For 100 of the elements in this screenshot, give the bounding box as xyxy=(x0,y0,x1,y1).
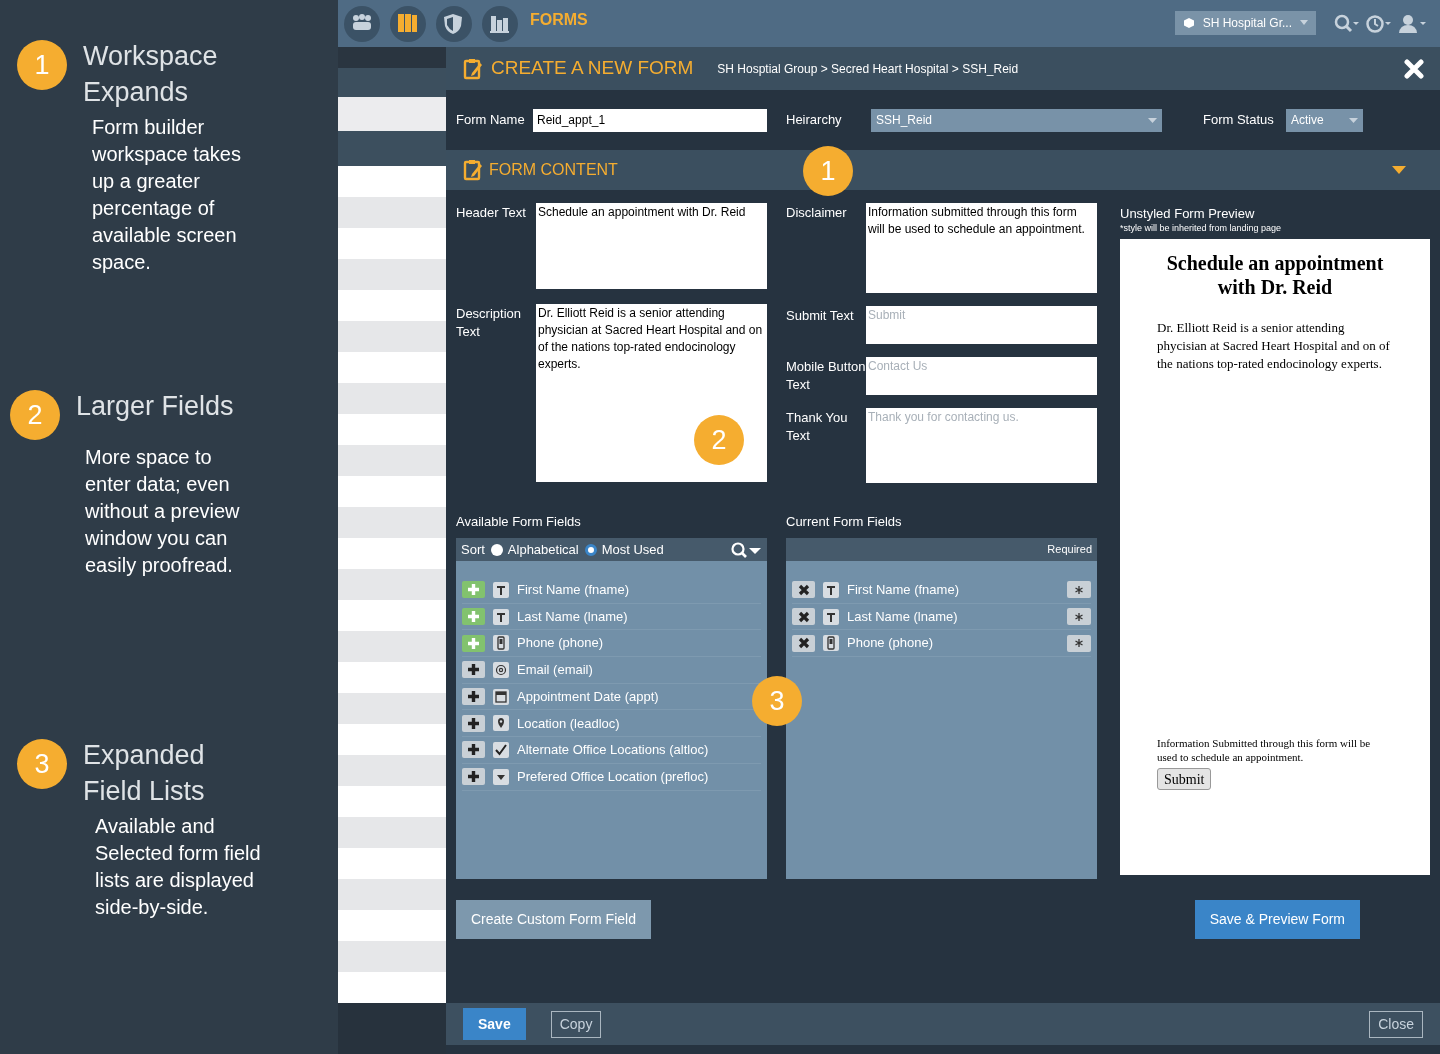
preview-heading: Schedule an appointment with Dr. Reid xyxy=(1165,251,1385,299)
plus-icon xyxy=(467,636,480,650)
preview-disclaimer: Information Submitted through this form will be used to schedule an appointment. xyxy=(1157,736,1372,764)
field-label: Disclaimer xyxy=(786,204,848,222)
field-name: First Name (fname) xyxy=(517,581,629,600)
nav-button[interactable] xyxy=(436,5,472,42)
field-label: Thank You Text xyxy=(786,409,849,445)
remove-button[interactable] xyxy=(792,634,815,652)
remove-button[interactable] xyxy=(792,581,815,599)
column-header: Required xyxy=(1047,542,1092,558)
text-area[interactable]: Schedule an appointment with Dr. Reid xyxy=(536,203,767,289)
field-label: Heirarchy xyxy=(786,111,843,130)
plus-icon xyxy=(467,770,480,784)
close-icon xyxy=(1404,58,1424,79)
save-preview-button[interactable]: Save & Preview Form xyxy=(1194,900,1360,939)
footer-button[interactable]: Copy xyxy=(550,1010,602,1038)
add-button[interactable] xyxy=(462,661,485,679)
field-label: Submit Text xyxy=(786,307,855,325)
user-icon xyxy=(1398,13,1428,34)
field-name: Phone (phone) xyxy=(847,634,934,653)
cube-icon xyxy=(1182,16,1195,29)
books-icon xyxy=(398,13,418,34)
phone-icon xyxy=(493,635,509,652)
add-button[interactable] xyxy=(462,741,485,759)
breadcrumb: SH Hosptial Group > Secred Heart Hospital > SSH_Reid xyxy=(717,60,1019,78)
clipboard-icon xyxy=(463,57,483,80)
sort-radio[interactable]: Alphabetical xyxy=(490,539,579,560)
required-toggle[interactable] xyxy=(1067,581,1091,599)
asterisk-icon xyxy=(1074,638,1084,649)
search-icon xyxy=(1334,13,1360,34)
add-button[interactable] xyxy=(462,714,485,732)
field-name: Phone (phone) xyxy=(517,634,603,653)
preview-description: Dr. Elliott Reid is a senior attending phycisian at Sacred Heart Hospital and on of the nations top-rated endocinology experts. xyxy=(1157,319,1391,373)
callout-text: Form builder workspace takes up a greater percentage of available screen space. xyxy=(92,115,242,275)
remove-icon xyxy=(797,583,810,596)
add-button[interactable] xyxy=(462,688,485,706)
field-label: Form Name xyxy=(456,111,526,130)
field-label: Description Text xyxy=(456,305,523,341)
org-dropdown[interactable]: SH Hospital Gr... xyxy=(1174,10,1316,35)
submit-button[interactable]: Submit xyxy=(1157,768,1212,790)
required-toggle[interactable] xyxy=(1067,634,1091,652)
number-badge: 2 xyxy=(10,390,60,440)
search-icon xyxy=(730,540,762,559)
sort-label: Sort xyxy=(461,540,485,559)
callout-title: Workspace Expands xyxy=(83,40,219,109)
add-button[interactable] xyxy=(462,768,485,786)
remove-icon xyxy=(797,637,810,650)
status-dropdown[interactable]: Active xyxy=(1286,108,1363,132)
field-name: Prefered Office Location (prefloc) xyxy=(517,767,709,786)
required-toggle[interactable] xyxy=(1067,608,1091,626)
asterisk-icon xyxy=(1074,584,1084,595)
callout-title: Expanded Field Lists xyxy=(83,739,206,808)
field-label: Header Text xyxy=(456,204,527,222)
caret-icon xyxy=(1148,117,1157,123)
checkmark-icon xyxy=(493,741,509,758)
list-title: Current Form Fields xyxy=(786,513,903,529)
field-name: Last Name (lname) xyxy=(517,607,628,626)
text-area[interactable]: Thank you for contacting us. xyxy=(866,408,1097,483)
close-button[interactable] xyxy=(1403,57,1425,80)
footer-button[interactable]: Save xyxy=(463,1008,526,1040)
caret-icon xyxy=(1349,117,1358,123)
shield-icon xyxy=(444,13,464,34)
remove-icon xyxy=(797,610,810,623)
plus-icon xyxy=(467,663,480,677)
field-label: Mobile Button Text xyxy=(786,358,866,394)
sort-radio[interactable]: Most Used xyxy=(584,539,664,560)
text-area[interactable]: Contact Us xyxy=(866,357,1097,395)
nav-button[interactable] xyxy=(482,5,518,42)
caret-icon xyxy=(1392,166,1406,174)
footer-button[interactable]: Close xyxy=(1369,1010,1423,1038)
remove-button[interactable] xyxy=(792,608,815,626)
text-field-icon xyxy=(823,581,839,598)
plus-icon xyxy=(467,716,480,730)
list-title: Available Form Fields xyxy=(456,513,582,529)
field-name: Last Name (lname) xyxy=(847,607,959,626)
number-badge: 1 xyxy=(803,146,853,196)
modal-title: CREATE A NEW FORM xyxy=(491,56,694,81)
clock-icon xyxy=(1366,13,1392,34)
create-field-button[interactable]: Create Custom Form Field xyxy=(456,900,651,939)
callout-title: Larger Fields xyxy=(76,390,235,423)
nav-button[interactable] xyxy=(390,5,426,42)
calendar-icon xyxy=(493,688,509,705)
clipboard-icon xyxy=(463,159,483,181)
field-name: Location (leadloc) xyxy=(517,714,620,733)
text-field-icon xyxy=(493,581,509,598)
phone-icon xyxy=(823,635,839,652)
nav-button[interactable] xyxy=(344,5,380,42)
text-area[interactable]: Information submitted through this form will be used to schedule an appointment. xyxy=(866,203,1097,293)
asterisk-icon xyxy=(1074,611,1084,622)
field-name: Alternate Office Locations (altloc) xyxy=(517,741,709,760)
hierarchy-dropdown[interactable]: SSH_Reid xyxy=(871,108,1162,132)
number-badge: 1 xyxy=(17,40,67,90)
section-title: FORMS xyxy=(530,9,588,30)
caret-icon xyxy=(1300,20,1308,25)
callout-text: Available and Selected form field lists are displayed side-by-side. xyxy=(95,814,262,920)
text-area[interactable]: Submit xyxy=(866,306,1097,344)
plus-icon xyxy=(467,743,480,757)
form-name-input[interactable]: Reid_appt_1 xyxy=(533,108,767,132)
callout-text: More space to enter data; even without a preview window you can easily proofread. xyxy=(85,445,241,578)
plus-icon xyxy=(467,583,480,597)
